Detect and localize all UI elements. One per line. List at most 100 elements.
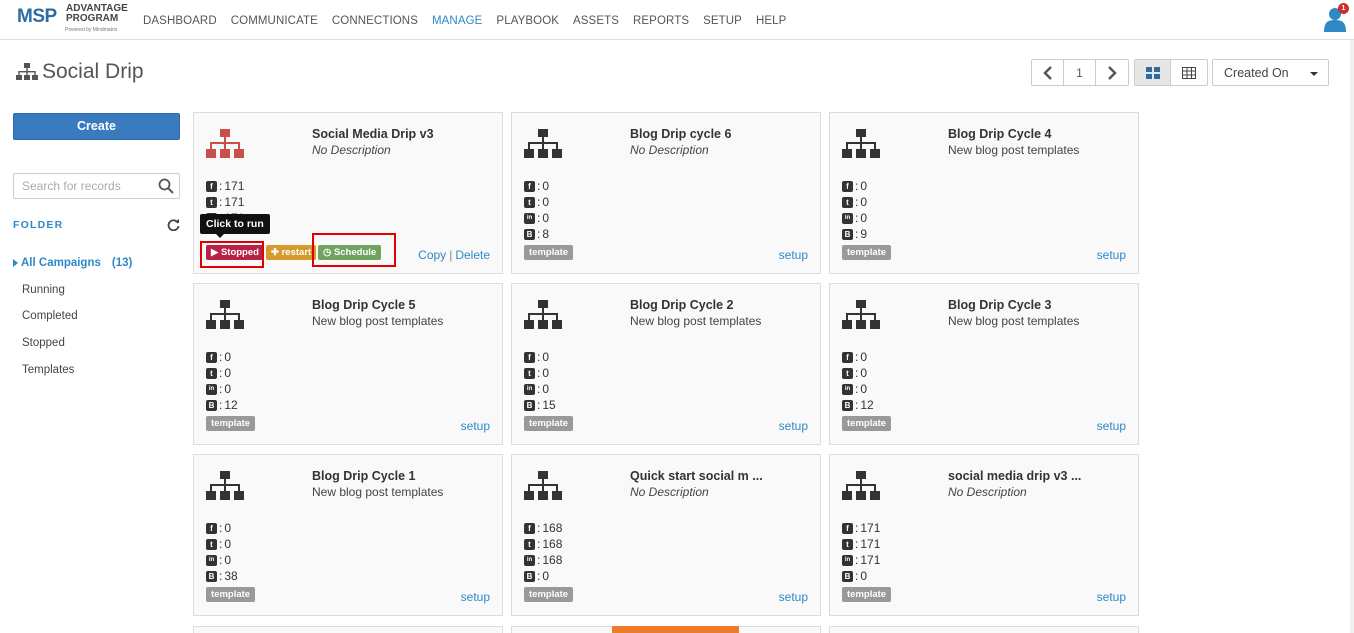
- sitemap-icon: [524, 471, 562, 500]
- nav-help[interactable]: HELP: [756, 15, 786, 27]
- notification-badge[interactable]: 1: [1338, 3, 1349, 14]
- stat-value: 15: [542, 398, 556, 412]
- search-input[interactable]: [22, 175, 157, 197]
- nav-assets[interactable]: ASSETS: [573, 15, 619, 27]
- stat-value: 171: [224, 179, 245, 193]
- card-title[interactable]: Quick start social m ...: [630, 469, 763, 483]
- campaign-card[interactable]: Social Media Drip v3 No Description f: 171…: [193, 112, 503, 274]
- scrollbar[interactable]: [1350, 40, 1354, 633]
- card-title[interactable]: Blog Drip Cycle 4: [948, 127, 1052, 141]
- folder-templates[interactable]: Templates: [22, 364, 74, 376]
- setup-link[interactable]: setup: [1097, 248, 1126, 262]
- stat-tw: t: 171: [842, 536, 880, 552]
- stat-value: 0: [860, 195, 868, 209]
- folder-completed[interactable]: Completed: [22, 310, 78, 322]
- setup-link[interactable]: setup: [1097, 590, 1126, 604]
- campaign-card[interactable]: Blog Drip Cycle 1 New blog post templates…: [193, 454, 503, 616]
- stat-bl: B: 0: [524, 568, 562, 584]
- stat-value: 0: [224, 553, 232, 567]
- blogger-icon: B: [524, 228, 535, 240]
- card-title[interactable]: Blog Drip cycle 6: [630, 127, 731, 141]
- card-description: No Description: [630, 143, 709, 157]
- folder-all-campaigns[interactable]: All Campaigns (13): [13, 257, 132, 269]
- current-page[interactable]: 1: [1064, 60, 1096, 85]
- nav-dashboard[interactable]: DASHBOARD: [143, 15, 217, 27]
- action-separator: |: [449, 248, 453, 262]
- stat-value: 0: [224, 521, 232, 535]
- linkedin-icon: in: [524, 212, 535, 224]
- search-box: [13, 173, 180, 199]
- loading-bar: [612, 626, 739, 633]
- facebook-icon: f: [206, 522, 217, 534]
- stat-bl: B: 38: [206, 568, 238, 584]
- setup-link[interactable]: setup: [779, 419, 808, 433]
- prev-page-button[interactable]: [1032, 60, 1064, 85]
- chevron-left-icon: [1042, 65, 1052, 80]
- stat-value: 0: [542, 350, 550, 364]
- card-description: New blog post templates: [948, 314, 1080, 328]
- table-view-button[interactable]: [1171, 60, 1207, 85]
- sitemap-icon: [524, 129, 562, 158]
- card-description: No Description: [948, 485, 1027, 499]
- campaign-card[interactable]: Quick start social m ... No Description f:…: [511, 454, 821, 616]
- template-badge: template: [524, 416, 574, 431]
- card-title[interactable]: Blog Drip Cycle 3: [948, 298, 1052, 312]
- nav-connections[interactable]: CONNECTIONS: [332, 15, 418, 27]
- stat-value: 0: [542, 382, 550, 396]
- campaign-card[interactable]: Blog Drip Cycle 4 New blog post templates…: [829, 112, 1139, 274]
- campaign-card[interactable]: social media drip v3 ... No Description f:…: [829, 454, 1139, 616]
- setup-link[interactable]: setup: [1097, 419, 1126, 433]
- nav-communicate[interactable]: COMMUNICATE: [231, 15, 318, 27]
- setup-link[interactable]: setup: [779, 590, 808, 604]
- facebook-icon: f: [524, 351, 535, 363]
- nav-setup[interactable]: SETUP: [703, 15, 742, 27]
- stat-tw: t: 0: [842, 194, 867, 210]
- campaign-card[interactable]: Blog Drip Cycle 2 New blog post templates…: [511, 283, 821, 445]
- grid-view-button[interactable]: [1135, 60, 1171, 85]
- nav-manage[interactable]: MANAGE: [432, 15, 482, 27]
- card-title[interactable]: social media drip v3 ...: [948, 469, 1081, 483]
- sort-selected: Created On: [1224, 66, 1289, 80]
- create-button[interactable]: Create: [13, 113, 180, 140]
- stat-li: in: 0: [206, 552, 238, 568]
- campaign-card[interactable]: Blog Drip cycle 6 No Description f: 0t: 0i…: [511, 112, 821, 274]
- nav-playbook[interactable]: PLAYBOOK: [496, 15, 559, 27]
- linkedin-icon: in: [524, 383, 535, 395]
- folder-running[interactable]: Running: [22, 284, 65, 296]
- stat-li: in: 0: [524, 381, 556, 397]
- card-title[interactable]: Blog Drip Cycle 2: [630, 298, 734, 312]
- stat-value: 0: [860, 366, 868, 380]
- nav-reports[interactable]: REPORTS: [633, 15, 689, 27]
- twitter-icon: t: [206, 538, 217, 550]
- folder-stopped[interactable]: Stopped: [22, 337, 65, 349]
- stat-li: in: 0: [206, 381, 238, 397]
- copy-link[interactable]: Copy: [418, 248, 446, 262]
- highlight-box: [312, 233, 396, 267]
- stat-value: 0: [224, 350, 232, 364]
- stat-fb: f: 0: [524, 178, 549, 194]
- stat-value: 171: [224, 195, 245, 209]
- linkedin-icon: in: [206, 554, 217, 566]
- caret-down-icon: [1310, 72, 1318, 76]
- setup-link[interactable]: setup: [779, 248, 808, 262]
- sort-select[interactable]: Created On: [1212, 59, 1329, 86]
- twitter-icon: t: [524, 367, 535, 379]
- campaign-card[interactable]: Blog Drip Cycle 5 New blog post templates…: [193, 283, 503, 445]
- card-title[interactable]: Social Media Drip v3: [312, 127, 434, 141]
- template-badge: template: [842, 587, 892, 602]
- restart-button[interactable]: ✚ restart: [266, 245, 317, 260]
- setup-link[interactable]: setup: [461, 419, 490, 433]
- linkedin-icon: in: [524, 554, 535, 566]
- setup-link[interactable]: setup: [461, 590, 490, 604]
- campaign-card[interactable]: Blog Drip Cycle 3 New blog post templates…: [829, 283, 1139, 445]
- delete-link[interactable]: Delete: [455, 248, 490, 262]
- card-title[interactable]: Blog Drip Cycle 5: [312, 298, 416, 312]
- search-icon[interactable]: [158, 178, 174, 194]
- blogger-icon: B: [524, 399, 535, 411]
- card-title[interactable]: Blog Drip Cycle 1: [312, 469, 416, 483]
- page-title: Social Drip: [16, 60, 144, 84]
- stat-value: 0: [224, 366, 232, 380]
- refresh-icon[interactable]: [167, 218, 180, 231]
- next-page-button[interactable]: [1096, 60, 1128, 85]
- stat-li: in: 171: [842, 552, 880, 568]
